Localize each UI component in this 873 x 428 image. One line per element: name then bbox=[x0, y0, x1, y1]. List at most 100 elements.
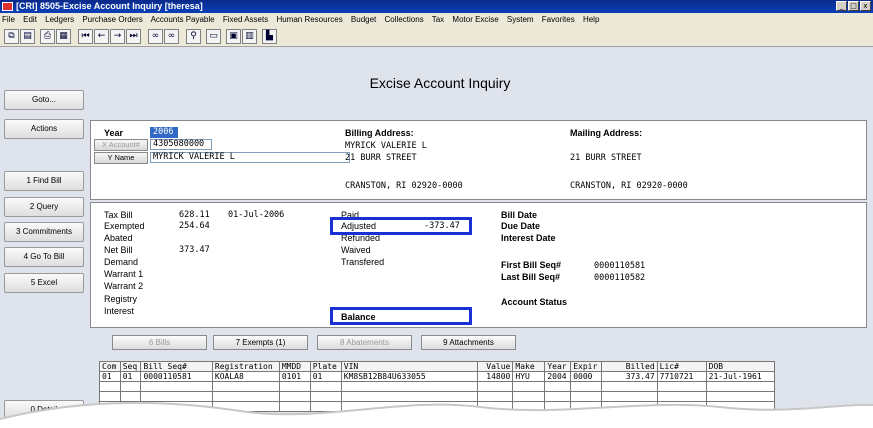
col-bill-seq[interactable]: Bill Seq# bbox=[140, 361, 213, 372]
mailing-address-line3: CRANSTON, RI 02920-0000 bbox=[570, 181, 688, 191]
col-lic[interactable]: Lic# bbox=[656, 361, 707, 372]
col-seq[interactable]: Seq bbox=[119, 361, 142, 372]
table-row[interactable]: 01 01 0000110581 KOALA8 0101 01 KM8SB12B… bbox=[99, 371, 776, 382]
abated-label: Abated bbox=[104, 233, 133, 243]
interest-date-label: Interest Date bbox=[501, 233, 556, 243]
account-button[interactable]: X Account# bbox=[94, 139, 148, 151]
screen-icon[interactable]: ▭ bbox=[206, 29, 221, 44]
print-icon[interactable]: ⎙ bbox=[40, 29, 55, 44]
menu-edit[interactable]: Edit bbox=[23, 15, 37, 24]
billing-address-label: Billing Address: bbox=[345, 128, 414, 138]
actions-button[interactable]: Actions bbox=[4, 119, 84, 139]
col-expir[interactable]: Expir bbox=[570, 361, 603, 372]
goto-button[interactable]: Goto... bbox=[4, 90, 84, 110]
maximize-button[interactable]: □ bbox=[848, 1, 859, 11]
adjusted-highlight bbox=[330, 217, 472, 235]
menu-help[interactable]: Help bbox=[583, 15, 599, 24]
close-button[interactable]: x bbox=[860, 1, 871, 11]
first-record-icon[interactable]: ⏮ bbox=[78, 29, 93, 44]
bill-date-label: Bill Date bbox=[501, 210, 538, 220]
net-bill-value: 373.47 bbox=[179, 245, 210, 255]
grid-header-row: Com Seq Bill Seq# Registration MMDD Plat… bbox=[99, 361, 776, 372]
export-icon[interactable]: ▣ bbox=[226, 29, 241, 44]
torn-edge-decoration bbox=[0, 401, 873, 428]
tab-attachments[interactable]: 9 Attachments bbox=[421, 335, 516, 350]
paste-icon[interactable]: ▤ bbox=[20, 29, 35, 44]
menu-ledgers[interactable]: Ledgers bbox=[45, 15, 74, 24]
exempted-value: 254.64 bbox=[179, 221, 210, 231]
col-vin[interactable]: VIN bbox=[340, 361, 479, 372]
cell-mmdd: 0101 bbox=[278, 371, 311, 382]
tax-bill-date: 01-Jul-2006 bbox=[228, 210, 285, 220]
col-com[interactable]: Com bbox=[99, 361, 121, 372]
prev-record-icon[interactable]: ← bbox=[94, 29, 109, 44]
first-bill-seq-label: First Bill Seq# bbox=[501, 260, 562, 270]
chart-icon[interactable]: ▙ bbox=[262, 29, 277, 44]
commitments-button[interactable]: 3 Commitments bbox=[4, 222, 84, 242]
tax-bill-value: 628.11 bbox=[179, 210, 210, 220]
col-make[interactable]: Make bbox=[512, 361, 546, 372]
menu-collections[interactable]: Collections bbox=[385, 15, 424, 24]
cell-billed: 373.47 bbox=[601, 371, 658, 382]
cell-dob: 21-Jul-1961 bbox=[705, 371, 776, 382]
mailing-address-line2: 21 BURR STREET bbox=[570, 153, 642, 163]
query-button[interactable]: 2 Query bbox=[4, 197, 84, 217]
menu-fixed-assets[interactable]: Fixed Assets bbox=[223, 15, 268, 24]
col-value[interactable]: Value bbox=[477, 361, 514, 372]
billing-address-line3: CRANSTON, RI 02920-0000 bbox=[345, 181, 463, 191]
exempted-label: Exempted bbox=[104, 221, 145, 231]
binoculars-next-icon[interactable]: ∞ bbox=[164, 29, 179, 44]
transfered-label: Transfered bbox=[341, 257, 385, 267]
excel-button[interactable]: 5 Excel bbox=[4, 273, 84, 293]
year-field[interactable]: 2006 bbox=[150, 127, 178, 138]
menu-budget[interactable]: Budget bbox=[351, 15, 376, 24]
form-title: Excise Account Inquiry bbox=[369, 75, 511, 91]
warrant1-label: Warrant 1 bbox=[104, 269, 144, 279]
warrant2-label: Warrant 2 bbox=[104, 281, 144, 291]
minimize-button[interactable]: _ bbox=[836, 1, 847, 11]
tab-abatements[interactable]: 8 Abatements bbox=[317, 335, 412, 350]
find-bill-button[interactable]: 1 Find Bill bbox=[4, 171, 84, 191]
menu-favorites[interactable]: Favorites bbox=[542, 15, 575, 24]
name-button[interactable]: Y Name bbox=[94, 152, 148, 164]
col-registration[interactable]: Registration bbox=[211, 361, 280, 372]
col-billed[interactable]: Billed bbox=[601, 361, 658, 372]
toolbar: ⧉ ▤ ⎙ ▦ ⏮ ← → ⏭ ∞ ∞ ⚲ ▭ ▣ ▥ ▙ bbox=[0, 27, 873, 47]
go-to-bill-button[interactable]: 4 Go To Bill bbox=[4, 247, 84, 267]
first-bill-seq-value: 0000110581 bbox=[594, 261, 646, 271]
tax-bill-label: Tax Bill bbox=[104, 210, 133, 220]
menu-human-resources[interactable]: Human Resources bbox=[276, 15, 342, 24]
menu-system[interactable]: System bbox=[507, 15, 534, 24]
due-date-label: Due Date bbox=[501, 221, 541, 231]
menu-file[interactable]: File bbox=[2, 15, 15, 24]
next-record-icon[interactable]: → bbox=[110, 29, 125, 44]
copy-icon[interactable]: ⧉ bbox=[4, 29, 19, 44]
menu-bar: File Edit Ledgers Purchase Orders Accoun… bbox=[0, 13, 873, 27]
col-dob[interactable]: DOB bbox=[705, 361, 776, 372]
waived-label: Waived bbox=[341, 245, 371, 255]
name-field[interactable]: MYRICK VALERIE L bbox=[150, 152, 350, 163]
cell-make: HYU bbox=[512, 371, 546, 382]
cell-com: 01 bbox=[99, 371, 121, 382]
binoculars-icon[interactable]: ∞ bbox=[148, 29, 163, 44]
menu-motor-excise[interactable]: Motor Excise bbox=[452, 15, 498, 24]
year-label: Year bbox=[104, 128, 124, 138]
menu-tax[interactable]: Tax bbox=[432, 15, 444, 24]
billing-address-line1: MYRICK VALERIE L bbox=[345, 141, 427, 151]
window-title: [CRI] 8505-Excise Account Inquiry [there… bbox=[16, 1, 203, 11]
last-record-icon[interactable]: ⏭ bbox=[126, 29, 141, 44]
cell-year: 2004 bbox=[544, 371, 572, 382]
search-icon[interactable]: ⚲ bbox=[186, 29, 201, 44]
menu-accounts-payable[interactable]: Accounts Payable bbox=[151, 15, 215, 24]
tab-bills[interactable]: 6 Bills bbox=[112, 335, 207, 350]
col-plate[interactable]: Plate bbox=[309, 361, 342, 372]
cell-lic: 7710721 bbox=[656, 371, 707, 382]
account-field[interactable]: 4305080000 bbox=[150, 139, 212, 150]
excel-icon[interactable]: ▥ bbox=[242, 29, 257, 44]
print-setup-icon[interactable]: ▦ bbox=[56, 29, 71, 44]
col-mmdd[interactable]: MMDD bbox=[278, 361, 311, 372]
col-year[interactable]: Year bbox=[544, 361, 572, 372]
cell-value: 14800 bbox=[477, 371, 514, 382]
tab-exempts[interactable]: 7 Exempts (1) bbox=[213, 335, 308, 350]
menu-purchase-orders[interactable]: Purchase Orders bbox=[82, 15, 142, 24]
